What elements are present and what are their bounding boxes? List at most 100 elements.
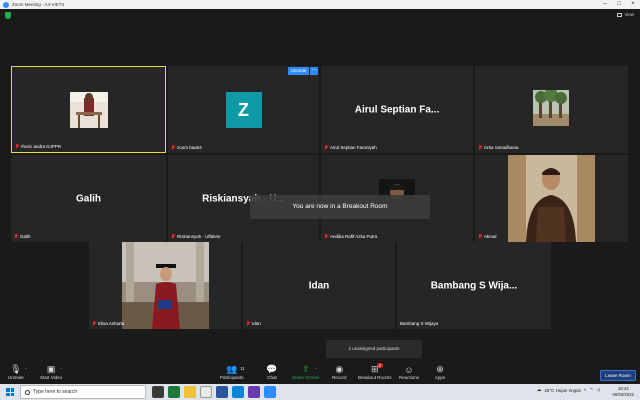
network-icon[interactable]: ⌔ [589,387,593,393]
participant-name: rizka ramadhania [484,145,519,150]
windows-taskbar: Type here to search ☁ 26°C Hujan ringan … [0,384,640,400]
clock-date: 09/03/2022 [612,391,634,397]
volume-icon[interactable]: ◁ [597,387,600,393]
breakout-room-notification: You are now in a Breakout Room [250,195,430,219]
muted-mic-icon [324,234,328,239]
participant-tile[interactable]: Airul Septian Fa... Airul Septian Faroni… [321,66,473,153]
task-view-icon[interactable] [152,386,164,398]
weather-icon: ☁ [536,387,542,392]
system-tray: ☁ 26°C Hujan ringan ^ ⌔ ◁ [537,387,600,393]
participant-name: zoom baa04 [177,145,202,150]
unassigned-participants-notice[interactable]: 2 unassigned participants [326,340,422,358]
participant-avatar: Z [225,91,262,128]
muted-mic-icon [478,234,482,239]
pinned-apps [152,386,276,398]
unmute-participant-button[interactable]: Unmute [288,67,309,75]
muted-mic-icon [171,145,175,150]
share-screen-button[interactable]: ⇧ ^ Share Screen [292,364,320,380]
chat-button[interactable]: 💬 Chat [266,364,278,380]
start-video-button[interactable]: ▣ ^ Start Video [40,364,62,380]
unmute-button[interactable]: 🎙 ^ Unmute [8,364,27,380]
zoom-logo-icon [3,1,9,8]
window-controls: – □ × [598,0,640,9]
participant-name: Bambang S Wijaya [400,321,439,326]
apps-button[interactable]: ⊕ Apps [434,364,446,380]
minimize-icon[interactable]: – [598,0,612,9]
reactions-icon: ☺ [404,364,414,375]
mic-muted-icon: 🎙 ^ [10,364,27,374]
view-button[interactable]: View [617,12,634,17]
participant-tile[interactable]: Z zoom baa04 [168,66,319,153]
participants-icon: 👥 11 [226,364,245,374]
video-off-icon: ▣ ^ [46,364,63,374]
participant-tile[interactable]: Idan Idan [243,242,395,329]
edge-icon[interactable] [232,386,244,398]
view-label: View [624,12,634,17]
close-icon[interactable]: × [626,0,640,9]
participant-name: Idan [252,321,261,326]
meeting-toolbar: 🎙 ^ Unmute ▣ ^ Start Video 👥 11 Participant… [0,362,640,384]
tray-expand-icon[interactable]: ^ [584,388,586,393]
participant-name: Elisa Asharta [98,321,125,326]
window-title: Zoom Meeting - A4-VIET3 [12,2,65,7]
participant-display-name: Airul Septian Fa... [354,104,440,115]
participant-display-name: Bambang S Wija... [430,280,518,291]
participant-tile[interactable]: Akmal [475,155,628,242]
participant-name: Galih [20,234,31,239]
participant-video-thumbnail [122,242,209,329]
window-titlebar: Zoom Meeting - A4-VIET3 – □ × [0,0,640,9]
share-screen-icon: ⇧ ^ [301,364,317,374]
chevron-up-icon[interactable]: ^ [315,366,317,371]
muted-mic-icon [92,321,96,326]
record-button[interactable]: ◉ Record [332,364,347,380]
more-options-button[interactable]: ··· [310,67,318,75]
zoom-taskbar-icon[interactable] [264,386,276,398]
participant-name: Riskiansyah - Ulfakrie [177,234,221,239]
security-shield-icon[interactable] [5,12,11,19]
participant-tile[interactable]: Elisa Asharta [89,242,241,329]
participant-name: Andika Rafif Azka Putra [330,234,378,239]
chrome-icon[interactable] [200,386,212,398]
participant-name: Airul Septian Faroniyah [330,145,377,150]
chat-icon: 💬 [266,364,278,374]
breakout-rooms-button[interactable]: ⊞ 2 Breakout Rooms [358,363,392,380]
muted-mic-icon [246,321,250,326]
participant-tile[interactable]: Bambang S Wija... Bambang S Wijaya [397,242,551,329]
grid-view-icon [617,12,623,17]
weather-text: 26°C Hujan ringan [544,387,582,393]
search-icon [25,389,30,395]
participant-tile-active-speaker[interactable]: rhoric andra DJPPR [11,66,166,153]
leave-room-button[interactable]: Leave Room [600,370,636,381]
participant-display-name: Idan [308,280,330,291]
maximize-icon[interactable]: □ [612,0,626,9]
muted-mic-icon [324,145,328,150]
word-icon[interactable] [216,386,228,398]
participants-count: 11 [240,366,245,371]
participant-tile[interactable]: Galih Galih [11,155,166,242]
muted-mic-icon [15,144,19,149]
participant-display-name: Galih [75,193,101,204]
participant-name: rhoric andra DJPPR [21,144,62,149]
participant-video-thumbnail [533,90,569,126]
excel-icon[interactable] [168,386,180,398]
breakout-rooms-icon: ⊞ 2 [370,363,383,374]
record-icon: ◉ [335,364,344,374]
participant-video-thumbnail [70,92,108,128]
windows-start-icon[interactable] [6,388,14,396]
muted-mic-icon [171,234,175,239]
app-icon[interactable] [248,386,260,398]
chevron-up-icon[interactable]: ^ [60,366,62,371]
taskbar-clock[interactable]: 18:43 09/03/2022 [612,386,634,397]
file-explorer-icon[interactable] [184,386,196,398]
participants-button[interactable]: 👥 11 Participants [220,364,245,380]
meeting-top-strip [0,9,640,23]
participant-name: Akmal [484,234,497,239]
muted-mic-icon [14,234,18,239]
taskbar-search-input[interactable]: Type here to search [20,385,146,399]
search-placeholder: Type here to search [33,389,78,395]
reactions-button[interactable]: ☺ Reactions [399,364,419,381]
participant-tile[interactable]: rizka ramadhania [475,66,628,153]
chevron-up-icon[interactable]: ^ [25,366,27,371]
apps-icon: ⊕ [436,364,444,374]
participant-video-thumbnail [508,155,595,242]
